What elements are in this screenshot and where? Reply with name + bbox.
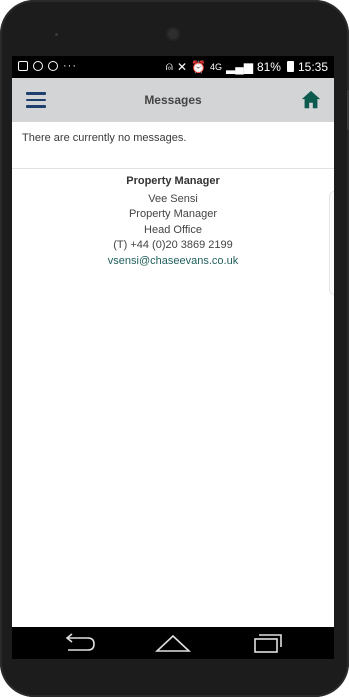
screen: ··· ⍝ ✕ ⏰ 4G ▂▄▆ 81% 15:35 Messages Ther…: [12, 56, 334, 659]
page-title: Messages: [144, 93, 202, 107]
scroll-indicator: [329, 191, 334, 295]
battery-icon: [286, 61, 294, 72]
contact-phone[interactable]: (T) +44 (0)20 3869 2199: [12, 238, 334, 254]
contact-heading: Property Manager: [126, 175, 220, 187]
hamburger-menu-icon[interactable]: [26, 92, 46, 108]
contact-card: Property Manager Vee Sensi Property Mana…: [12, 174, 334, 269]
mute-icon: ✕: [176, 59, 187, 74]
app-header: Messages: [12, 78, 334, 122]
contact-email-link[interactable]: vsensi@chaseevans.co.uk: [12, 254, 334, 270]
whatsapp-icon: [33, 61, 43, 71]
phone-frame: ··· ⍝ ✕ ⏰ 4G ▂▄▆ 81% 15:35 Messages Ther…: [0, 0, 349, 697]
empty-messages-text: There are currently no messages.: [22, 132, 187, 144]
nfc-icon: ⍝: [165, 59, 173, 73]
contact-office: Head Office: [144, 223, 202, 236]
proximity-sensor: [55, 33, 58, 36]
menu-bar: [26, 92, 46, 95]
android-nav-bar: [12, 627, 334, 659]
clock: 15:35: [297, 59, 328, 74]
battery-percent: 81%: [256, 59, 281, 74]
contact-name: Vee Sensi: [148, 192, 198, 205]
menu-bar: [26, 98, 46, 101]
contact-role: Property Manager: [128, 208, 218, 220]
signal-icon: ▂▄▆: [225, 59, 253, 74]
home-nav-icon[interactable]: [153, 632, 193, 654]
home-icon[interactable]: [300, 89, 322, 111]
gallery-icon: [18, 61, 28, 71]
status-bar: ··· ⍝ ✕ ⏰ 4G ▂▄▆ 81% 15:35: [12, 56, 334, 78]
back-icon[interactable]: [60, 632, 100, 654]
recent-apps-icon[interactable]: [247, 632, 287, 654]
front-camera: [166, 27, 180, 41]
status-right: ⍝ ✕ ⏰ 4G ▂▄▆ 81% 15:35: [166, 59, 328, 74]
alarm-icon: ⏰: [191, 59, 206, 74]
sync-icon: [48, 61, 58, 71]
network-type: 4G: [209, 61, 222, 72]
menu-bar: [26, 105, 46, 108]
messages-section: There are currently no messages.: [12, 122, 334, 169]
status-left: ···: [18, 60, 77, 72]
overflow-dots: ···: [63, 60, 77, 72]
